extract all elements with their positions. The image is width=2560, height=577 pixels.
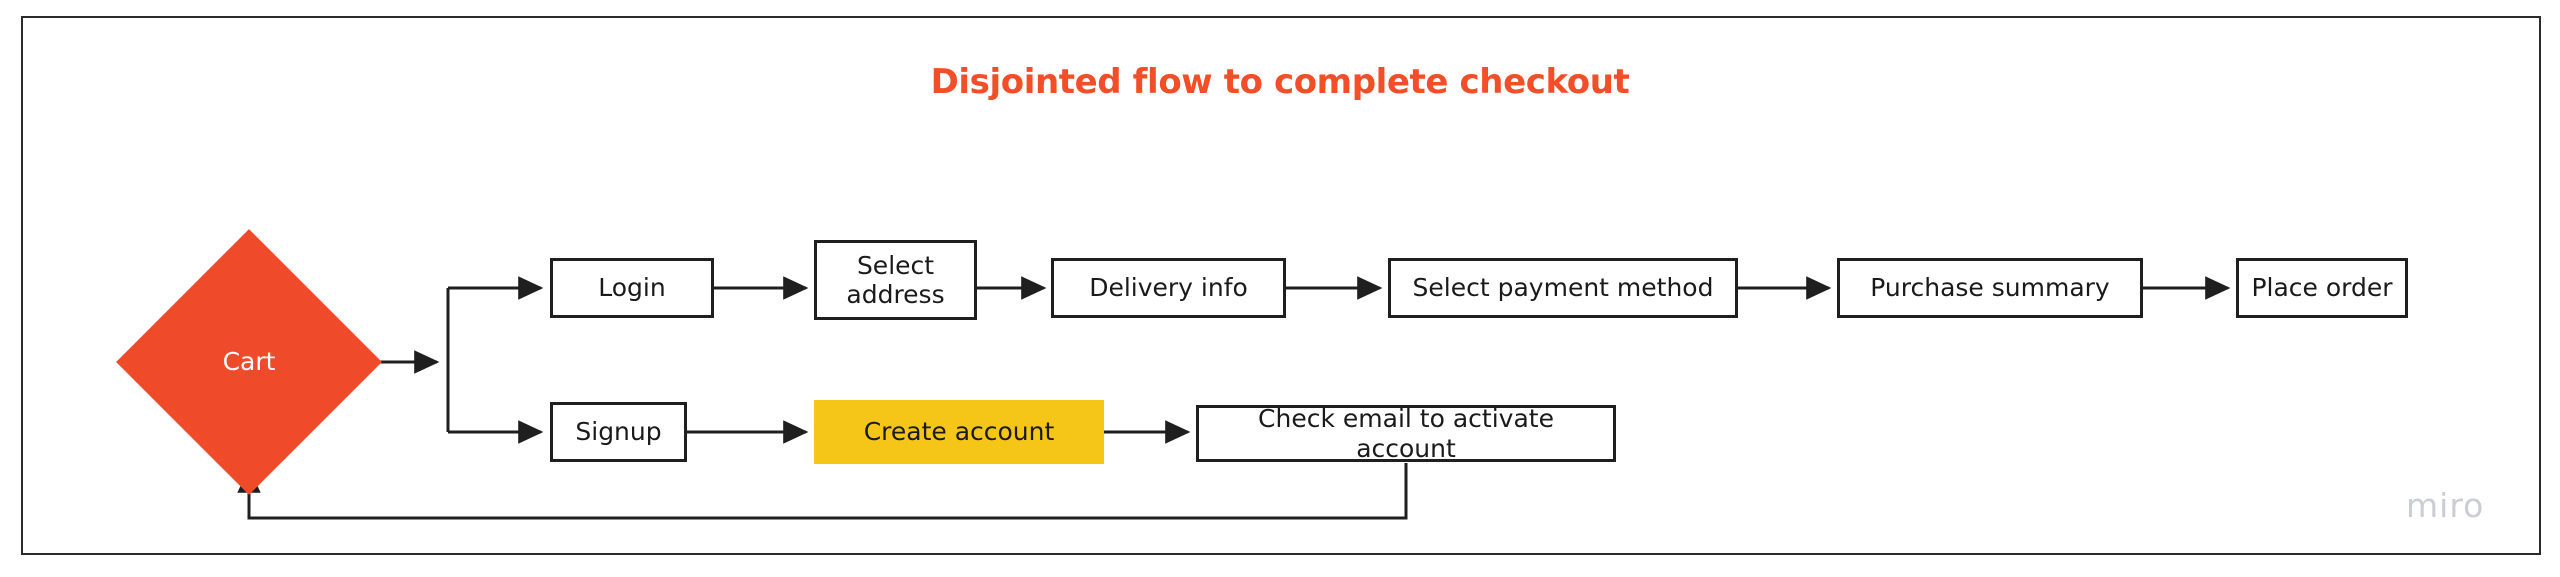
node-select-payment-method[interactable]: Select payment method (1388, 258, 1738, 318)
diagram-title: Disjointed flow to complete checkout (930, 62, 1630, 102)
node-delivery-info-label: Delivery info (1089, 273, 1248, 303)
node-purchase-summary[interactable]: Purchase summary (1837, 258, 2143, 318)
node-purchase-summary-label: Purchase summary (1870, 273, 2110, 303)
node-delivery-info[interactable]: Delivery info (1051, 258, 1286, 318)
node-cart-label: Cart (222, 347, 276, 377)
node-cart[interactable]: Cart (116, 229, 382, 495)
node-select-payment-method-label: Select payment method (1412, 273, 1714, 303)
node-place-order-label: Place order (2251, 273, 2393, 303)
flowchart-canvas: Disjointed flow to complete checkout Car… (0, 0, 2560, 577)
node-create-account-label: Create account (863, 417, 1055, 447)
node-select-address[interactable]: Select address (814, 240, 977, 320)
node-select-address-label: Select address (846, 250, 945, 310)
node-signup[interactable]: Signup (550, 402, 687, 462)
node-check-email[interactable]: Check email to activate account (1196, 404, 1616, 463)
miro-watermark: miro (2406, 486, 2485, 525)
node-check-email-label: Check email to activate account (1258, 404, 1554, 463)
node-signup-label: Signup (575, 417, 662, 447)
node-login[interactable]: Login (550, 258, 714, 318)
node-place-order[interactable]: Place order (2236, 258, 2408, 318)
node-login-label: Login (598, 273, 666, 303)
node-create-account[interactable]: Create account (814, 400, 1104, 464)
